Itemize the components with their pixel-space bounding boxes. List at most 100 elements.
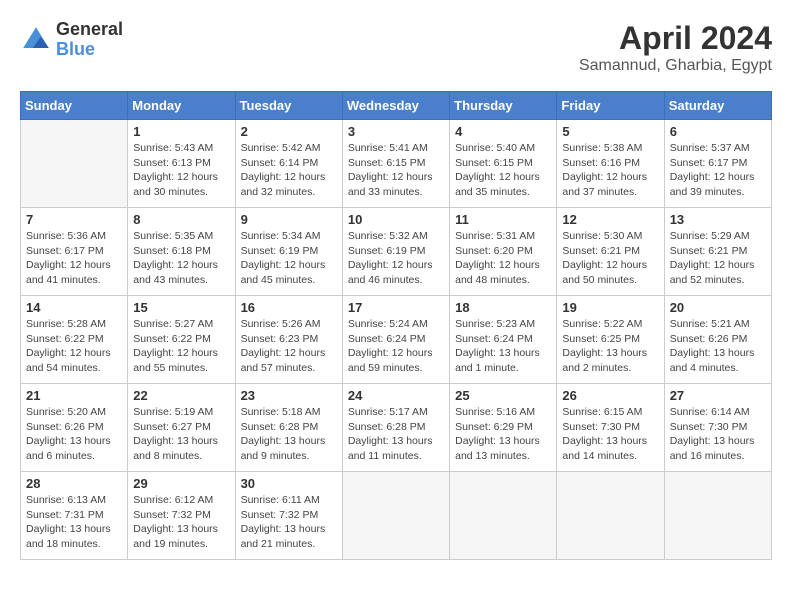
day-info: Sunrise: 5:17 AM Sunset: 6:28 PM Dayligh… [348, 405, 444, 464]
day-info: Sunrise: 5:35 AM Sunset: 6:18 PM Dayligh… [133, 229, 229, 288]
page-header: General Blue April 2024 Samannud, Gharbi… [20, 20, 772, 75]
calendar-cell: 10 Sunrise: 5:32 AM Sunset: 6:19 PM Dayli… [342, 208, 449, 296]
day-info: Sunrise: 5:29 AM Sunset: 6:21 PM Dayligh… [670, 229, 766, 288]
day-info: Sunrise: 5:27 AM Sunset: 6:22 PM Dayligh… [133, 317, 229, 376]
calendar-cell: 28 Sunrise: 6:13 AM Sunset: 7:31 PM Dayli… [21, 472, 128, 560]
calendar-week-row: 21 Sunrise: 5:20 AM Sunset: 6:26 PM Dayli… [21, 384, 772, 472]
calendar-cell: 5 Sunrise: 5:38 AM Sunset: 6:16 PM Daylig… [557, 120, 664, 208]
calendar-cell: 18 Sunrise: 5:23 AM Sunset: 6:24 PM Dayli… [450, 296, 557, 384]
day-info: Sunrise: 5:16 AM Sunset: 6:29 PM Dayligh… [455, 405, 551, 464]
day-info: Sunrise: 6:13 AM Sunset: 7:31 PM Dayligh… [26, 493, 122, 552]
day-number: 30 [241, 476, 337, 491]
day-number: 18 [455, 300, 551, 315]
calendar-cell: 1 Sunrise: 5:43 AM Sunset: 6:13 PM Daylig… [128, 120, 235, 208]
day-info: Sunrise: 5:23 AM Sunset: 6:24 PM Dayligh… [455, 317, 551, 376]
calendar-table: SundayMondayTuesdayWednesdayThursdayFrid… [20, 91, 772, 560]
calendar-cell [450, 472, 557, 560]
day-info: Sunrise: 5:32 AM Sunset: 6:19 PM Dayligh… [348, 229, 444, 288]
day-number: 20 [670, 300, 766, 315]
day-info: Sunrise: 6:12 AM Sunset: 7:32 PM Dayligh… [133, 493, 229, 552]
day-number: 29 [133, 476, 229, 491]
calendar-day-header: Tuesday [235, 92, 342, 120]
day-number: 16 [241, 300, 337, 315]
day-number: 11 [455, 212, 551, 227]
calendar-cell [557, 472, 664, 560]
day-number: 14 [26, 300, 122, 315]
calendar-cell: 22Sunrise: 5:19 AM Sunset: 6:27 PM Dayli… [128, 384, 235, 472]
day-info: Sunrise: 5:41 AM Sunset: 6:15 PM Dayligh… [348, 141, 444, 200]
calendar-cell: 29 Sunrise: 6:12 AM Sunset: 7:32 PM Dayli… [128, 472, 235, 560]
calendar-cell: 25 Sunrise: 5:16 AM Sunset: 6:29 PM Dayli… [450, 384, 557, 472]
day-number: 3 [348, 124, 444, 139]
calendar-cell: 13 Sunrise: 5:29 AM Sunset: 6:21 PM Dayli… [664, 208, 771, 296]
calendar-cell: 26 Sunrise: 6:15 AM Sunset: 7:30 PM Dayli… [557, 384, 664, 472]
day-info: Sunrise: 6:15 AM Sunset: 7:30 PM Dayligh… [562, 405, 658, 464]
day-number: 7 [26, 212, 122, 227]
calendar-cell: 19 Sunrise: 5:22 AM Sunset: 6:25 PM Dayli… [557, 296, 664, 384]
title-section: April 2024 Samannud, Gharbia, Egypt [579, 20, 772, 75]
calendar-cell: 21 Sunrise: 5:20 AM Sunset: 6:26 PM Dayli… [21, 384, 128, 472]
day-number: 17 [348, 300, 444, 315]
day-number: 27 [670, 388, 766, 403]
calendar-cell: 24Sunrise: 5:17 AM Sunset: 6:28 PM Dayli… [342, 384, 449, 472]
logo-icon [20, 24, 52, 56]
day-number: 13 [670, 212, 766, 227]
day-number: 28 [26, 476, 122, 491]
calendar-day-header: Thursday [450, 92, 557, 120]
day-number: 22 [133, 388, 229, 403]
day-number: 8 [133, 212, 229, 227]
day-number: 19 [562, 300, 658, 315]
calendar-cell: 30 Sunrise: 6:11 AM Sunset: 7:32 PM Dayli… [235, 472, 342, 560]
calendar-cell: 7 Sunrise: 5:36 AM Sunset: 6:17 PM Daylig… [21, 208, 128, 296]
logo: General Blue [20, 20, 123, 60]
calendar-cell: 6Sunrise: 5:37 AM Sunset: 6:17 PM Daylig… [664, 120, 771, 208]
location-subtitle: Samannud, Gharbia, Egypt [579, 57, 772, 75]
day-number: 15 [133, 300, 229, 315]
day-info: Sunrise: 6:11 AM Sunset: 7:32 PM Dayligh… [241, 493, 337, 552]
day-info: Sunrise: 6:14 AM Sunset: 7:30 PM Dayligh… [670, 405, 766, 464]
day-number: 10 [348, 212, 444, 227]
calendar-cell [21, 120, 128, 208]
day-number: 1 [133, 124, 229, 139]
calendar-day-header: Friday [557, 92, 664, 120]
logo-text: General Blue [56, 20, 123, 60]
calendar-cell: 9 Sunrise: 5:34 AM Sunset: 6:19 PM Daylig… [235, 208, 342, 296]
day-info: Sunrise: 5:22 AM Sunset: 6:25 PM Dayligh… [562, 317, 658, 376]
calendar-cell [664, 472, 771, 560]
day-number: 25 [455, 388, 551, 403]
day-number: 4 [455, 124, 551, 139]
day-number: 26 [562, 388, 658, 403]
month-title: April 2024 [579, 20, 772, 57]
day-number: 5 [562, 124, 658, 139]
calendar-week-row: 28 Sunrise: 6:13 AM Sunset: 7:31 PM Dayli… [21, 472, 772, 560]
calendar-cell: 15 Sunrise: 5:27 AM Sunset: 6:22 PM Dayli… [128, 296, 235, 384]
calendar-cell: 3 Sunrise: 5:41 AM Sunset: 6:15 PM Daylig… [342, 120, 449, 208]
day-info: Sunrise: 5:36 AM Sunset: 6:17 PM Dayligh… [26, 229, 122, 288]
day-info: Sunrise: 5:38 AM Sunset: 6:16 PM Dayligh… [562, 141, 658, 200]
day-info: Sunrise: 5:40 AM Sunset: 6:15 PM Dayligh… [455, 141, 551, 200]
day-info: Sunrise: 5:42 AM Sunset: 6:14 PM Dayligh… [241, 141, 337, 200]
day-info: Sunrise: 5:18 AM Sunset: 6:28 PM Dayligh… [241, 405, 337, 464]
calendar-week-row: 1 Sunrise: 5:43 AM Sunset: 6:13 PM Daylig… [21, 120, 772, 208]
calendar-week-row: 14 Sunrise: 5:28 AM Sunset: 6:22 PM Dayli… [21, 296, 772, 384]
day-number: 6 [670, 124, 766, 139]
calendar-cell: 14 Sunrise: 5:28 AM Sunset: 6:22 PM Dayli… [21, 296, 128, 384]
calendar-cell: 2 Sunrise: 5:42 AM Sunset: 6:14 PM Daylig… [235, 120, 342, 208]
calendar-header-row: SundayMondayTuesdayWednesdayThursdayFrid… [21, 92, 772, 120]
day-info: Sunrise: 5:28 AM Sunset: 6:22 PM Dayligh… [26, 317, 122, 376]
day-info: Sunrise: 5:34 AM Sunset: 6:19 PM Dayligh… [241, 229, 337, 288]
calendar-cell: 8 Sunrise: 5:35 AM Sunset: 6:18 PM Daylig… [128, 208, 235, 296]
calendar-day-header: Wednesday [342, 92, 449, 120]
day-info: Sunrise: 5:20 AM Sunset: 6:26 PM Dayligh… [26, 405, 122, 464]
logo-general-label: General [56, 20, 123, 40]
day-number: 2 [241, 124, 337, 139]
calendar-day-header: Monday [128, 92, 235, 120]
day-number: 9 [241, 212, 337, 227]
calendar-day-header: Saturday [664, 92, 771, 120]
calendar-cell: 16Sunrise: 5:26 AM Sunset: 6:23 PM Dayli… [235, 296, 342, 384]
calendar-cell: 12Sunrise: 5:30 AM Sunset: 6:21 PM Dayli… [557, 208, 664, 296]
day-info: Sunrise: 5:24 AM Sunset: 6:24 PM Dayligh… [348, 317, 444, 376]
day-info: Sunrise: 5:43 AM Sunset: 6:13 PM Dayligh… [133, 141, 229, 200]
day-number: 23 [241, 388, 337, 403]
day-number: 21 [26, 388, 122, 403]
